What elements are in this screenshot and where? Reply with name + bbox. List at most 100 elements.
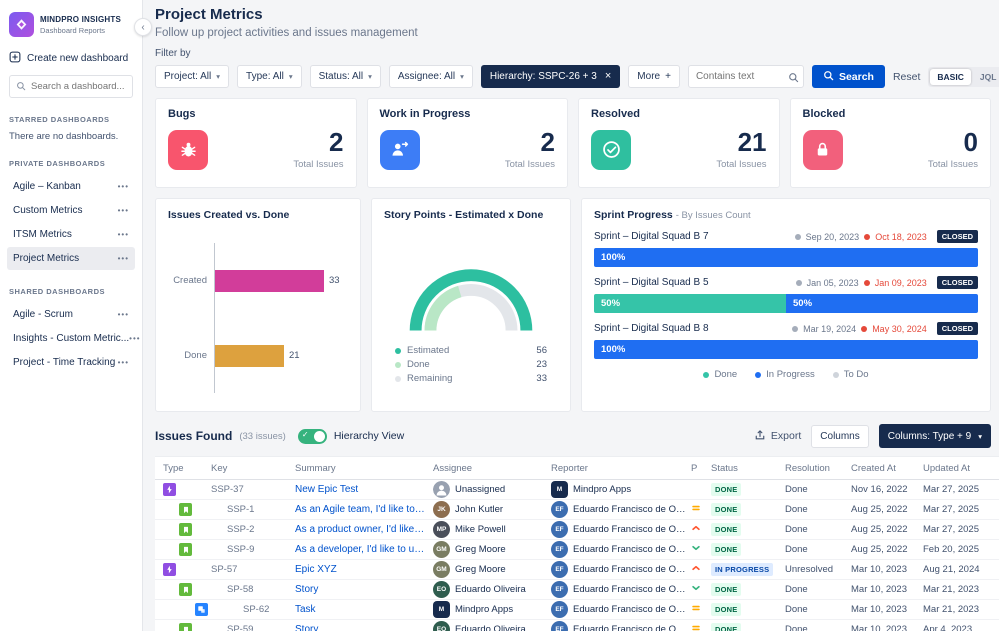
- sidebar-item-project-metrics[interactable]: Project Metrics •••: [7, 247, 135, 270]
- start-date-dot: [792, 325, 799, 332]
- column-header-resolution[interactable]: Resolution: [785, 463, 851, 474]
- filter-dropdown-type[interactable]: Type: All ▾: [237, 65, 302, 88]
- sprint-header: Sprint – Digital Squad B 8 Mar 19, 2024 Ma…: [594, 322, 978, 335]
- chip-close-icon[interactable]: ×: [605, 71, 611, 82]
- column-header-created-at[interactable]: Created At: [851, 463, 923, 474]
- issue-row[interactable]: SSP-9 As a developer, I'd like to up... GM…: [155, 540, 999, 560]
- person-cell: GM Greg Moore: [433, 541, 551, 558]
- create-dashboard-button[interactable]: Create new dashboard: [9, 51, 133, 66]
- columns-button[interactable]: Columns: [811, 424, 869, 448]
- ellipsis-icon[interactable]: •••: [118, 310, 129, 319]
- cell-assignee: JK John Kutler: [433, 501, 551, 518]
- column-header-updated-at[interactable]: Updated At: [923, 463, 999, 474]
- issue-row[interactable]: SP-57 Epic XYZ GM Greg Moore EF Eduardo Franc…: [155, 560, 999, 580]
- issue-row[interactable]: SSP-1 As an Agile team, I'd like to l... J…: [155, 500, 999, 520]
- columns-dropdown[interactable]: Columns: Type + 9 ▾: [878, 424, 991, 448]
- legend-dot: [755, 371, 762, 378]
- person-name: Eduardo Oliveira: [455, 624, 526, 631]
- plus-square-icon: [9, 51, 21, 66]
- column-header-p[interactable]: P: [691, 463, 711, 474]
- ellipsis-icon[interactable]: •••: [118, 254, 129, 263]
- hierarchy-view-label: Hierarchy View: [333, 430, 405, 442]
- sprint-block: Sprint – Digital Squad B 5 Jan 05, 2023 Ja…: [594, 276, 978, 313]
- bar-value: 33: [329, 275, 340, 286]
- ellipsis-icon[interactable]: •••: [118, 182, 129, 191]
- issues-table-header: Type Key Summary Assignee Reporter P Status Res…: [155, 457, 999, 480]
- issue-summary-link[interactable]: As a product owner, I'd like t...: [295, 524, 433, 535]
- legend-label: To Do: [843, 369, 869, 380]
- cell-updated-at: Mar 27, 2025: [923, 484, 979, 495]
- epic-type-icon: [163, 483, 176, 496]
- column-header-summary[interactable]: Summary: [295, 463, 433, 474]
- issue-summary-link[interactable]: As an Agile team, I'd like to l...: [295, 504, 433, 515]
- avatar: EF: [551, 601, 568, 618]
- filter-dropdown-project[interactable]: Project: All ▾: [155, 65, 230, 88]
- legend-value: 56: [536, 345, 547, 356]
- chevron-down-icon: ▾: [216, 72, 221, 81]
- sidebar-item-insights-custom-metric-[interactable]: Insights - Custom Metric... •••: [7, 327, 140, 350]
- story-points-title: Story Points - Estimated x Done: [384, 209, 544, 221]
- hierarchy-filter-chip[interactable]: Hierarchy: SSPC-26 + 3 ×: [480, 65, 621, 88]
- sidebar-item-itsm-metrics[interactable]: ITSM Metrics •••: [7, 223, 135, 246]
- legend-label: Done: [714, 369, 738, 380]
- mode-basic[interactable]: BASIC: [930, 68, 971, 85]
- contains-text-input[interactable]: [687, 65, 804, 88]
- column-header-key[interactable]: Key: [211, 463, 295, 474]
- column-header-type[interactable]: Type: [155, 463, 211, 474]
- issue-summary-link[interactable]: New Epic Test: [295, 484, 433, 495]
- column-header-reporter[interactable]: Reporter: [551, 463, 691, 474]
- avatar: EF: [551, 501, 568, 518]
- sidebar-item-agile-kanban[interactable]: Agile – Kanban •••: [7, 175, 135, 198]
- more-filters-button[interactable]: More +: [628, 65, 680, 88]
- sprint-legend: Done In Progress To Do: [594, 369, 978, 380]
- person-name: Greg Moore: [455, 544, 506, 555]
- issue-summary-link[interactable]: Story: [295, 584, 433, 595]
- stat-card-value-block: 21 Total Issues: [716, 128, 766, 170]
- cell-assignee: M Mindpro Apps: [433, 601, 551, 618]
- sidebar-item-label: Insights - Custom Metric...: [13, 333, 130, 344]
- ellipsis-icon[interactable]: •••: [129, 334, 140, 343]
- sprint-dates: Sep 20, 2023 Oct 18, 2023 CLOSED: [794, 230, 978, 243]
- issue-summary-link[interactable]: As a developer, I'd like to up...: [295, 544, 433, 555]
- sidebar-item-project-time-tracking[interactable]: Project - Time Tracking •••: [7, 351, 135, 374]
- issue-summary-link[interactable]: Task: [295, 604, 433, 615]
- person-cell: EF Eduardo Francisco de Oliveira: [551, 501, 691, 518]
- sidebar-item-custom-metrics[interactable]: Custom Metrics •••: [7, 199, 135, 222]
- ellipsis-icon[interactable]: •••: [118, 230, 129, 239]
- filter-dropdown-status[interactable]: Status: All ▾: [309, 65, 381, 88]
- cell-status: DONE: [711, 483, 785, 496]
- column-header-status[interactable]: Status: [711, 463, 785, 474]
- reset-button[interactable]: Reset: [893, 71, 920, 83]
- issue-row[interactable]: SP-59 Story EO Eduardo Oliveira EF Eduardo Fr…: [155, 620, 999, 631]
- hierarchy-view-toggle[interactable]: ✓: [297, 428, 327, 444]
- export-button[interactable]: Export: [754, 429, 801, 444]
- issue-row[interactable]: SSP-37 New Epic Test Unassigned M Mindpro Ap…: [155, 480, 999, 500]
- stat-card-value: 2: [329, 127, 344, 157]
- column-header-assignee[interactable]: Assignee: [433, 463, 551, 474]
- cell-resolution: Done: [785, 584, 808, 595]
- legend-label: Done: [407, 359, 430, 370]
- cell-resolution: Unresolved: [785, 564, 834, 575]
- issue-row[interactable]: SP-62 Task M Mindpro Apps EF Eduardo Francisc…: [155, 600, 999, 620]
- search-icon: [823, 70, 834, 84]
- cell-created-at: Aug 25, 2022: [851, 544, 908, 555]
- avatar: EF: [551, 621, 568, 631]
- sidebar-collapse-button[interactable]: ‹: [134, 18, 152, 36]
- sidebar-section-title: SHARED DASHBOARDS: [9, 287, 106, 296]
- search-button[interactable]: Search: [811, 65, 885, 88]
- ellipsis-icon[interactable]: •••: [118, 206, 129, 215]
- avatar-unassigned: [433, 481, 450, 498]
- issue-summary-link[interactable]: Story: [295, 624, 433, 631]
- sidebar: MINDPRO INSIGHTS Dashboard Reports Creat…: [0, 0, 143, 631]
- ellipsis-icon[interactable]: •••: [118, 358, 129, 367]
- dashboard-search-input[interactable]: [31, 81, 126, 92]
- stat-card-body: 2 Total Issues: [379, 128, 555, 170]
- gauge-legend-item: Remaining 33: [395, 373, 547, 384]
- cell-priority: [691, 563, 711, 576]
- sidebar-item-agile-scrum[interactable]: Agile - Scrum •••: [7, 303, 135, 326]
- mode-jql[interactable]: JQL: [973, 69, 999, 85]
- issue-summary-link[interactable]: Epic XYZ: [295, 564, 433, 575]
- issue-row[interactable]: SP-58 Story EO Eduardo Oliveira EF Eduardo Fr…: [155, 580, 999, 600]
- issue-row[interactable]: SSP-2 As a product owner, I'd like t... MP…: [155, 520, 999, 540]
- filter-dropdown-assignee[interactable]: Assignee: All ▾: [388, 65, 473, 88]
